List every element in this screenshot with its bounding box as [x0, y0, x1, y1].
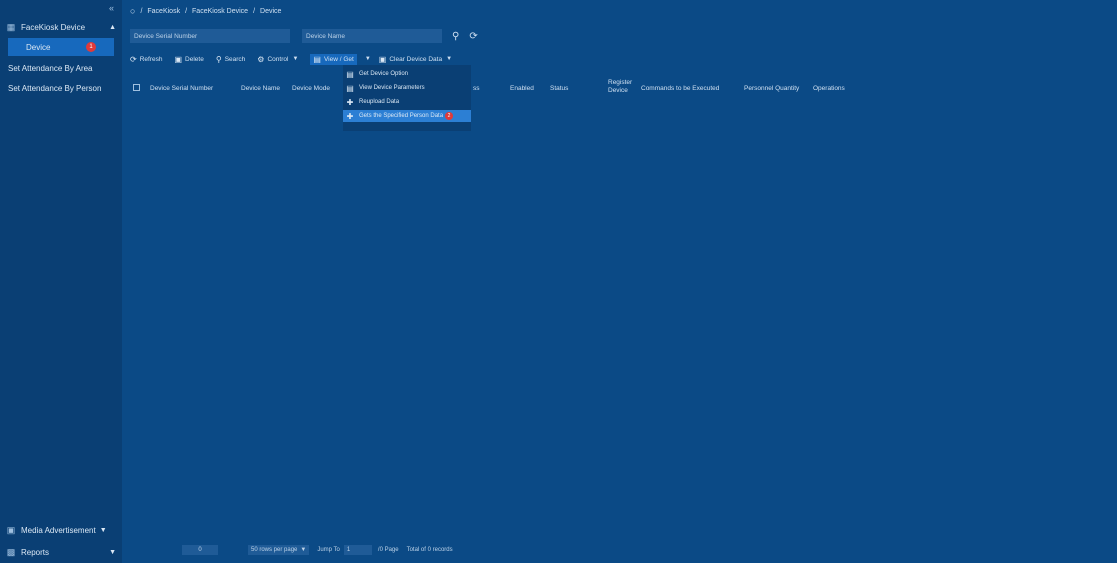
sidebar-item-set-attendance-by-area[interactable]: Set Attendance By Area: [0, 58, 122, 78]
refresh-button[interactable]: ⟳ Refresh: [130, 55, 162, 64]
view-get-button[interactable]: ▤ View / Get: [310, 53, 357, 65]
device-serial-number-input[interactable]: Device Serial Number: [130, 29, 290, 43]
notification-badge: 1: [86, 42, 96, 52]
column-header[interactable]: Register: [608, 79, 632, 86]
sidebar-bottom: ▣ Media Advertisement ▼ ▩ Reports ▼: [0, 519, 122, 563]
page-count-label: /0 Page: [377, 547, 399, 553]
menu-item-get-device-option[interactable]: ▤ Get Device Option: [343, 68, 471, 80]
sidebar-group-facekiosk-device[interactable]: ▦ FaceKiosk Device ▲: [0, 16, 122, 38]
refresh-icon: ⟳: [130, 54, 137, 64]
sidebar: « ▦ FaceKiosk Device ▲ Device 1 Set Atte…: [0, 0, 122, 563]
breadcrumb-separator: /: [185, 7, 188, 15]
sidebar-top: «: [0, 0, 122, 16]
clear-device-data-label: Clear Device Data: [389, 55, 443, 63]
sidebar-group-label: FaceKiosk Device: [21, 22, 86, 32]
sidebar-group-label: Media Advertisement: [21, 525, 96, 535]
view-get-dropdown-toggle[interactable]: ▼: [365, 56, 371, 62]
total-records-label: Total of 0 records: [406, 547, 453, 553]
delete-label: Delete: [185, 55, 204, 63]
sidebar-item-device[interactable]: Device 1: [8, 38, 114, 56]
rows-per-page-label: 50 rows per page: [251, 547, 298, 553]
control-icon: ⚙: [257, 54, 265, 64]
chevron-down-icon: ▼: [99, 526, 107, 534]
sidebar-group-media-advertisement[interactable]: ▣ Media Advertisement ▼: [0, 519, 122, 541]
menu-item-label: View Device Parameters: [359, 85, 425, 91]
chevron-down-icon: ▼: [109, 548, 116, 556]
column-header[interactable]: Device Mode: [292, 85, 330, 92]
column-header[interactable]: Personnel Quantity: [744, 85, 799, 92]
breadcrumb-item[interactable]: FaceKiosk: [147, 8, 180, 15]
column-header[interactable]: ss: [473, 85, 480, 92]
menu-item-label: Reupload Data: [359, 99, 400, 105]
sidebar-item-set-attendance-by-person[interactable]: Set Attendance By Person: [0, 78, 122, 98]
view-get-label: View / Get: [323, 55, 354, 63]
breadcrumb-separator: /: [140, 7, 143, 15]
menu-item-reupload-data[interactable]: ✚ Reupload Data: [343, 96, 471, 108]
trash-icon: ▣: [174, 54, 183, 64]
clear-device-data-button[interactable]: ▣ Clear Device Data ▼: [379, 55, 452, 64]
parameters-icon: ▤: [346, 83, 354, 93]
column-header[interactable]: Commands to be Executed: [641, 85, 719, 92]
select-all-checkbox[interactable]: [133, 84, 140, 91]
device-option-icon: ▤: [346, 69, 354, 79]
column-header[interactable]: Enabled: [510, 85, 534, 92]
sidebar-group-reports[interactable]: ▩ Reports ▼: [0, 541, 122, 563]
rows-per-page-select[interactable]: 50 rows per page ▼: [248, 545, 310, 555]
toolbar: ⟳ Refresh ▣ Delete ⚲ Search ⚙ Control ▼ …: [130, 52, 464, 66]
breadcrumb-item: Device: [260, 7, 282, 15]
jump-to-input[interactable]: 1: [343, 545, 372, 555]
table-header: Device Serial Number Device Name Device …: [130, 78, 1117, 98]
sidebar-item-label: Set Attendance By Person: [8, 83, 102, 93]
sidebar-item-label: Device: [26, 42, 51, 52]
chevron-down-icon: ▼: [364, 56, 371, 62]
sidebar-group-label: Reports: [21, 547, 50, 557]
trash-icon: ▣: [378, 54, 387, 64]
view-get-dropdown-menu: ▤ Get Device Option ▤ View Device Parame…: [343, 65, 471, 131]
collapse-arrow-icon[interactable]: «: [109, 3, 114, 13]
plus-icon: ✚: [346, 111, 354, 121]
jump-to-label: Jump To: [317, 547, 340, 553]
plus-icon: ✚: [346, 97, 354, 107]
sidebar-item-label: Set Attendance By Area: [8, 63, 93, 73]
menu-item-view-device-parameters[interactable]: ▤ View Device Parameters: [343, 82, 471, 94]
column-header[interactable]: Device Name: [241, 85, 280, 92]
menu-item-gets-specified-person-data[interactable]: ✚ Gets the Specified Person Data 2: [343, 110, 471, 122]
menu-item-label: Gets the Specified Person Data: [359, 113, 444, 119]
control-button[interactable]: ⚙ Control ▼: [257, 55, 298, 64]
search-button[interactable]: ⚲ Search: [216, 55, 245, 64]
refresh-label: Refresh: [139, 55, 163, 63]
chevron-down-icon: ▼: [300, 547, 307, 553]
media-icon: ▣: [6, 524, 16, 535]
breadcrumb-item[interactable]: FaceKiosk Device: [192, 8, 248, 15]
menu-item-label: Get Device Option: [359, 71, 409, 77]
breadcrumb: ○ / FaceKiosk / FaceKiosk Device / Devic…: [130, 5, 286, 17]
delete-button[interactable]: ▣ Delete: [174, 55, 203, 64]
search-label: Search: [224, 55, 246, 63]
control-label: Control: [267, 55, 289, 63]
search-icon: ⚲: [215, 54, 222, 64]
view-icon: ▤: [313, 54, 321, 64]
breadcrumb-separator: /: [253, 7, 256, 15]
column-header[interactable]: Device Serial Number: [150, 85, 213, 92]
current-page[interactable]: 0: [182, 545, 218, 555]
column-header[interactable]: Device: [608, 87, 628, 94]
device-name-input[interactable]: Device Name: [302, 29, 442, 43]
chevron-down-icon: ▼: [292, 56, 299, 62]
pagination: 0 50 rows per page ▼ Jump To 1 /0 Page T…: [122, 544, 1117, 556]
search-bar: Device Serial Number Device Name ⚲ ⟳: [122, 26, 1117, 46]
chevron-up-icon: ▲: [109, 23, 116, 31]
reset-icon[interactable]: ⟳: [469, 31, 477, 42]
chevron-down-icon: ▼: [446, 56, 453, 62]
home-icon[interactable]: ○: [130, 6, 135, 16]
reports-icon: ▩: [6, 546, 16, 557]
notification-badge: 2: [445, 112, 454, 120]
search-icon[interactable]: ⚲: [452, 31, 459, 42]
device-icon: ▦: [6, 21, 16, 32]
column-header[interactable]: Operations: [813, 85, 845, 92]
column-header[interactable]: Status: [550, 85, 568, 92]
